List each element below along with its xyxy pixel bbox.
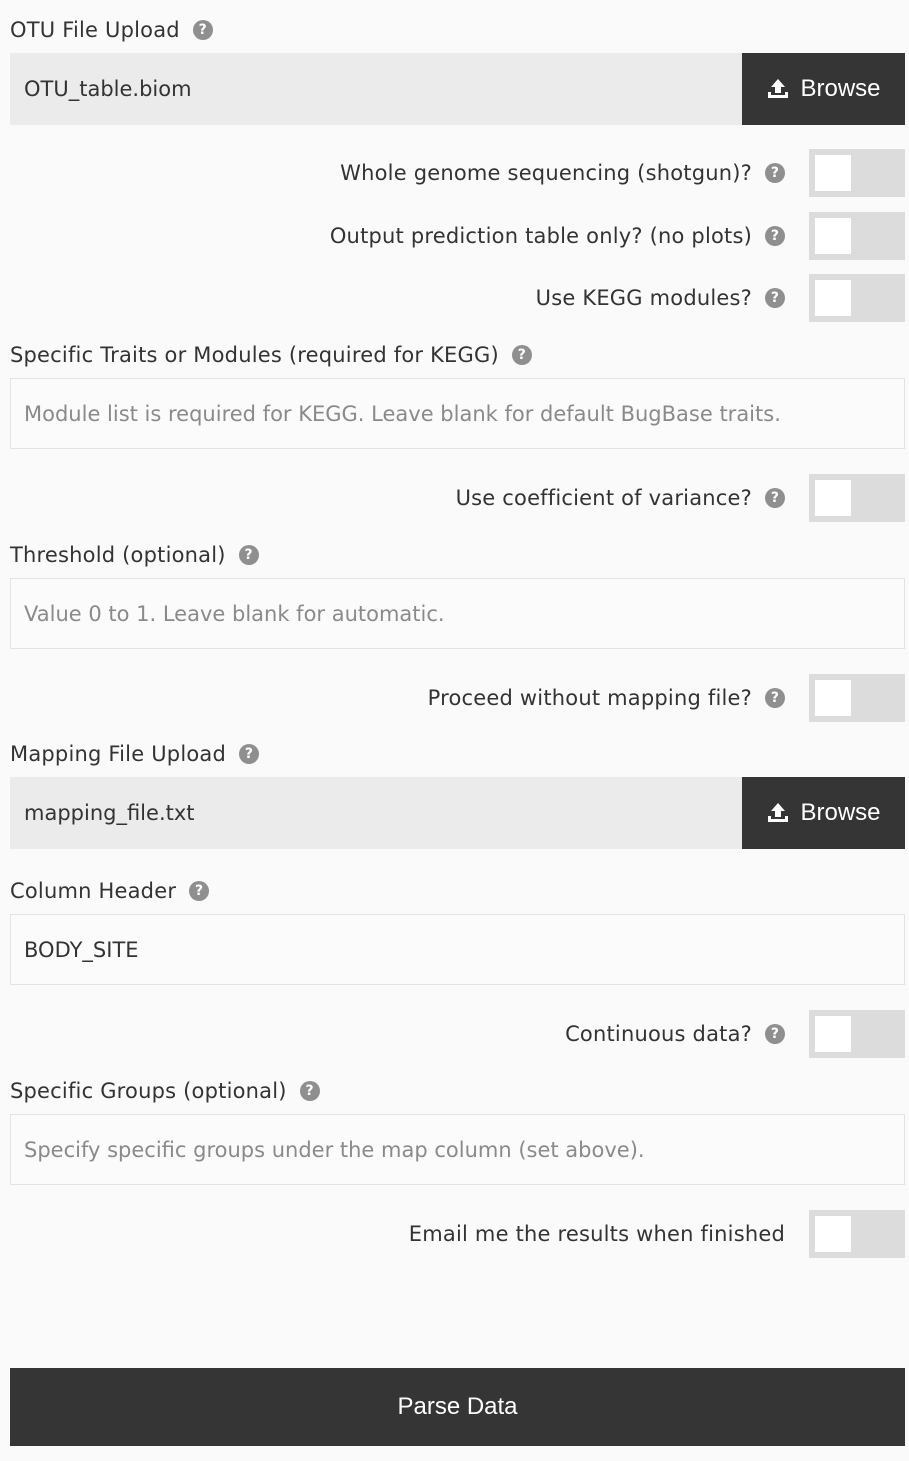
wgs-toggle-label-text: Whole genome sequencing (shotgun)? bbox=[340, 161, 752, 185]
prediction-only-toggle-label: Output prediction table only? (no plots)… bbox=[330, 224, 785, 248]
email-toggle-label: Email me the results when finished bbox=[408, 1222, 785, 1246]
email-toggle[interactable] bbox=[809, 1210, 905, 1258]
help-icon[interactable]: ? bbox=[765, 226, 785, 246]
prediction-only-toggle-row: Output prediction table only? (no plots)… bbox=[10, 212, 905, 260]
wgs-toggle-row: Whole genome sequencing (shotgun)? ? bbox=[10, 149, 905, 197]
continuous-toggle-label: Continuous data? ? bbox=[565, 1022, 785, 1046]
groups-label-text: Specific Groups (optional) bbox=[10, 1079, 287, 1103]
no-mapping-toggle-label-text: Proceed without mapping file? bbox=[427, 686, 752, 710]
help-icon[interactable]: ? bbox=[765, 688, 785, 708]
toggle-knob bbox=[815, 155, 851, 191]
mapping-file-upload: mapping_file.txt Browse bbox=[10, 777, 905, 849]
no-mapping-toggle-label: Proceed without mapping file? ? bbox=[428, 686, 785, 710]
cov-toggle[interactable] bbox=[809, 474, 905, 522]
no-mapping-toggle-row: Proceed without mapping file? ? bbox=[10, 674, 905, 722]
help-icon[interactable]: ? bbox=[239, 744, 259, 764]
otu-file-upload: OTU_table.biom Browse bbox=[10, 53, 905, 125]
prediction-only-toggle[interactable] bbox=[809, 212, 905, 260]
continuous-toggle-row: Continuous data? ? bbox=[10, 1010, 905, 1058]
help-icon[interactable]: ? bbox=[189, 881, 210, 901]
traits-label-text: Specific Traits or Modules (required for… bbox=[10, 343, 499, 367]
help-icon[interactable]: ? bbox=[765, 163, 785, 183]
no-mapping-toggle[interactable] bbox=[809, 674, 905, 722]
help-icon[interactable]: ? bbox=[765, 488, 785, 508]
toggle-knob bbox=[815, 218, 851, 254]
help-icon[interactable]: ? bbox=[765, 1024, 785, 1044]
help-icon[interactable]: ? bbox=[765, 288, 785, 308]
mapping-browse-label: Browse bbox=[800, 799, 881, 826]
mapping-browse-button[interactable]: Browse bbox=[742, 777, 905, 849]
groups-input[interactable] bbox=[10, 1114, 905, 1185]
upload-icon bbox=[768, 79, 789, 98]
parse-data-button[interactable]: Parse Data bbox=[10, 1368, 905, 1446]
continuous-toggle-label-text: Continuous data? bbox=[565, 1022, 752, 1046]
traits-label: Specific Traits or Modules (required for… bbox=[10, 339, 532, 371]
otu-browse-label: Browse bbox=[800, 75, 881, 102]
kegg-toggle-row: Use KEGG modules? ? bbox=[10, 274, 905, 322]
toggle-knob bbox=[815, 280, 851, 316]
mapping-upload-label: Mapping File Upload ? bbox=[10, 738, 259, 770]
otu-upload-label: OTU File Upload ? bbox=[10, 14, 213, 46]
mapping-upload-label-text: Mapping File Upload bbox=[10, 742, 226, 766]
wgs-toggle[interactable] bbox=[809, 149, 905, 197]
column-header-label: Column Header ? bbox=[10, 875, 210, 907]
prediction-only-toggle-label-text: Output prediction table only? (no plots) bbox=[329, 224, 752, 248]
kegg-toggle-label-text: Use KEGG modules? bbox=[535, 286, 752, 310]
cov-toggle-label: Use coefficient of variance? ? bbox=[456, 486, 785, 510]
mapping-file-name[interactable]: mapping_file.txt bbox=[10, 777, 742, 849]
help-icon[interactable]: ? bbox=[192, 20, 213, 40]
toggle-knob bbox=[815, 480, 851, 516]
toggle-knob bbox=[815, 680, 851, 716]
kegg-toggle[interactable] bbox=[809, 274, 905, 322]
column-header-label-text: Column Header bbox=[10, 879, 177, 903]
toggle-knob bbox=[815, 1016, 851, 1052]
otu-file-name[interactable]: OTU_table.biom bbox=[10, 53, 742, 125]
otu-browse-button[interactable]: Browse bbox=[742, 53, 905, 125]
threshold-label: Threshold (optional) ? bbox=[10, 539, 259, 571]
help-icon[interactable]: ? bbox=[299, 1081, 320, 1101]
traits-input[interactable] bbox=[10, 378, 905, 449]
wgs-toggle-label: Whole genome sequencing (shotgun)? ? bbox=[340, 161, 785, 185]
threshold-label-text: Threshold (optional) bbox=[10, 543, 226, 567]
threshold-input[interactable] bbox=[10, 578, 905, 649]
column-header-input[interactable] bbox=[10, 914, 905, 985]
otu-upload-label-text: OTU File Upload bbox=[10, 18, 180, 42]
toggle-knob bbox=[815, 1216, 851, 1252]
help-icon[interactable]: ? bbox=[238, 545, 259, 565]
continuous-toggle[interactable] bbox=[809, 1010, 905, 1058]
kegg-toggle-label: Use KEGG modules? ? bbox=[536, 286, 785, 310]
groups-label: Specific Groups (optional) ? bbox=[10, 1075, 320, 1107]
help-icon[interactable]: ? bbox=[511, 345, 532, 365]
cov-toggle-row: Use coefficient of variance? ? bbox=[10, 474, 905, 522]
email-toggle-row: Email me the results when finished bbox=[10, 1210, 905, 1258]
cov-toggle-label-text: Use coefficient of variance? bbox=[455, 486, 752, 510]
upload-icon bbox=[768, 803, 789, 822]
